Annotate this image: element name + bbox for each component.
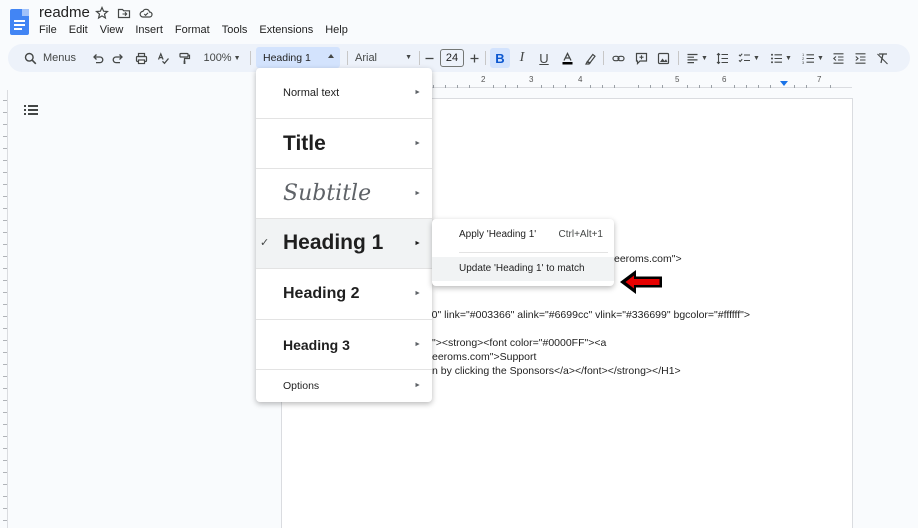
menu-insert[interactable]: Insert (129, 23, 169, 37)
document-text-line[interactable]: eeroms.com">Support (432, 351, 536, 364)
search-menus-button[interactable]: Menus (14, 44, 86, 72)
paint-format-icon[interactable] (175, 44, 193, 72)
apply-heading-1-label: Apply 'Heading 1' (459, 229, 537, 240)
italic-icon[interactable]: I (513, 44, 531, 72)
numbered-list-icon[interactable]: 123 ▼ (800, 44, 826, 72)
decrease-indent-icon[interactable] (829, 44, 847, 72)
underline-icon[interactable]: U (535, 44, 553, 72)
image-icon[interactable] (654, 44, 672, 72)
star-icon[interactable] (95, 5, 109, 20)
paragraph-style-menu: Normal text ► Title ► Subtitle ► ✓ Headi… (256, 68, 432, 402)
chevron-up-icon (328, 54, 334, 58)
comment-icon[interactable] (632, 44, 650, 72)
chevron-right-icon: ► (414, 341, 421, 348)
chevron-down-icon: ▼ (233, 54, 241, 62)
document-text-line[interactable]: n by clicking the Sponsors</a></font></s… (432, 365, 681, 378)
highlight-icon[interactable] (581, 44, 599, 72)
font-size-input[interactable]: 24 (440, 49, 464, 67)
redo-icon[interactable] (109, 44, 127, 72)
text-color-icon[interactable] (558, 44, 576, 72)
bold-icon[interactable]: B (490, 48, 510, 68)
chevron-right-icon: ► (414, 89, 421, 96)
paragraph-style-value: Heading 1 (263, 51, 311, 64)
menu-extensions[interactable]: Extensions (253, 23, 319, 37)
toolbar: Menus 100% ▼ Heading 1 Arial ▼ 24 B I U (8, 44, 910, 72)
document-title[interactable]: readme (39, 4, 90, 21)
zoom-value: 100% (203, 52, 232, 64)
red-arrow-annotation-icon (620, 270, 662, 294)
print-icon[interactable] (132, 44, 150, 72)
link-icon[interactable] (609, 44, 627, 72)
checklist-icon[interactable]: ▼ (736, 44, 762, 72)
update-heading-1-label: Update 'Heading 1' to match (459, 263, 585, 274)
menu-tools[interactable]: Tools (216, 23, 254, 37)
spellcheck-icon[interactable] (154, 44, 172, 72)
chevron-right-icon: ► (414, 190, 421, 197)
increase-indent-icon[interactable] (851, 44, 869, 72)
menu-file[interactable]: File (33, 23, 63, 37)
style-menu-item-subtitle[interactable]: Subtitle ► (256, 169, 432, 219)
document-text-line[interactable]: "><strong><font color="#0000FF"><a (432, 337, 606, 350)
font-value: Arial (355, 51, 378, 64)
menu-help[interactable]: Help (319, 23, 354, 37)
move-to-folder-icon[interactable] (117, 6, 131, 20)
paragraph-style-select[interactable]: Heading 1 (256, 47, 340, 68)
style-menu-item-heading-3[interactable]: Heading 3 ► (256, 320, 432, 370)
cloud-status-icon[interactable] (139, 6, 153, 20)
search-icon (24, 52, 37, 64)
bullet-list-icon[interactable]: ▼ (768, 44, 794, 72)
style-menu-item-title[interactable]: Title ► (256, 119, 432, 169)
line-spacing-icon[interactable] (713, 44, 731, 72)
vertical-ruler[interactable] (0, 90, 8, 528)
style-menu-item-heading-2[interactable]: Heading 2 ► (256, 269, 432, 320)
update-heading-1-to-match-menu-item[interactable]: Update 'Heading 1' to match (432, 257, 614, 281)
clear-formatting-icon[interactable] (873, 44, 891, 72)
style-menu-item-options[interactable]: Options ► (256, 370, 432, 402)
menu-bar: File Edit View Insert Format Tools Exten… (33, 23, 354, 37)
chevron-right-icon: ► (414, 240, 421, 247)
search-menus-label: Menus (42, 52, 77, 64)
zoom-select[interactable]: 100% ▼ (200, 44, 244, 72)
font-select[interactable]: Arial ▼ (354, 47, 412, 68)
document-text-line[interactable]: 000" link="#003366" alink="#6699cc" vlin… (420, 309, 750, 322)
horizontal-ruler[interactable]: 1 2 3 4 5 6 7 (0, 75, 918, 89)
svg-text:3: 3 (802, 60, 805, 65)
menu-view[interactable]: View (94, 23, 130, 37)
right-indent-marker-icon[interactable] (780, 81, 788, 86)
google-docs-logo-icon[interactable] (10, 9, 29, 35)
heading-1-submenu: Apply 'Heading 1' Ctrl+Alt+1 Update 'Hea… (432, 219, 614, 286)
checkmark-icon: ✓ (260, 237, 270, 249)
increase-font-size-icon[interactable] (467, 44, 481, 72)
apply-heading-1-shortcut: Ctrl+Alt+1 (558, 229, 603, 240)
style-menu-item-normal-text[interactable]: Normal text ► (256, 68, 432, 119)
apply-heading-1-menu-item[interactable]: Apply 'Heading 1' Ctrl+Alt+1 (432, 223, 614, 247)
menu-format[interactable]: Format (169, 23, 216, 37)
chevron-right-icon: ► (414, 140, 421, 147)
menu-edit[interactable]: Edit (63, 23, 94, 37)
chevron-right-icon: ► (414, 290, 421, 297)
chevron-right-icon: ► (414, 382, 421, 389)
align-icon[interactable]: ▼ (684, 44, 710, 72)
chevron-down-icon: ▼ (405, 54, 412, 61)
document-outline-icon[interactable] (24, 104, 38, 116)
document-text-line[interactable]: eeroms.com"> (614, 253, 682, 266)
submenu-divider (459, 252, 608, 253)
undo-icon[interactable] (88, 44, 106, 72)
style-menu-item-heading-1[interactable]: ✓ Heading 1 ► (256, 219, 432, 269)
